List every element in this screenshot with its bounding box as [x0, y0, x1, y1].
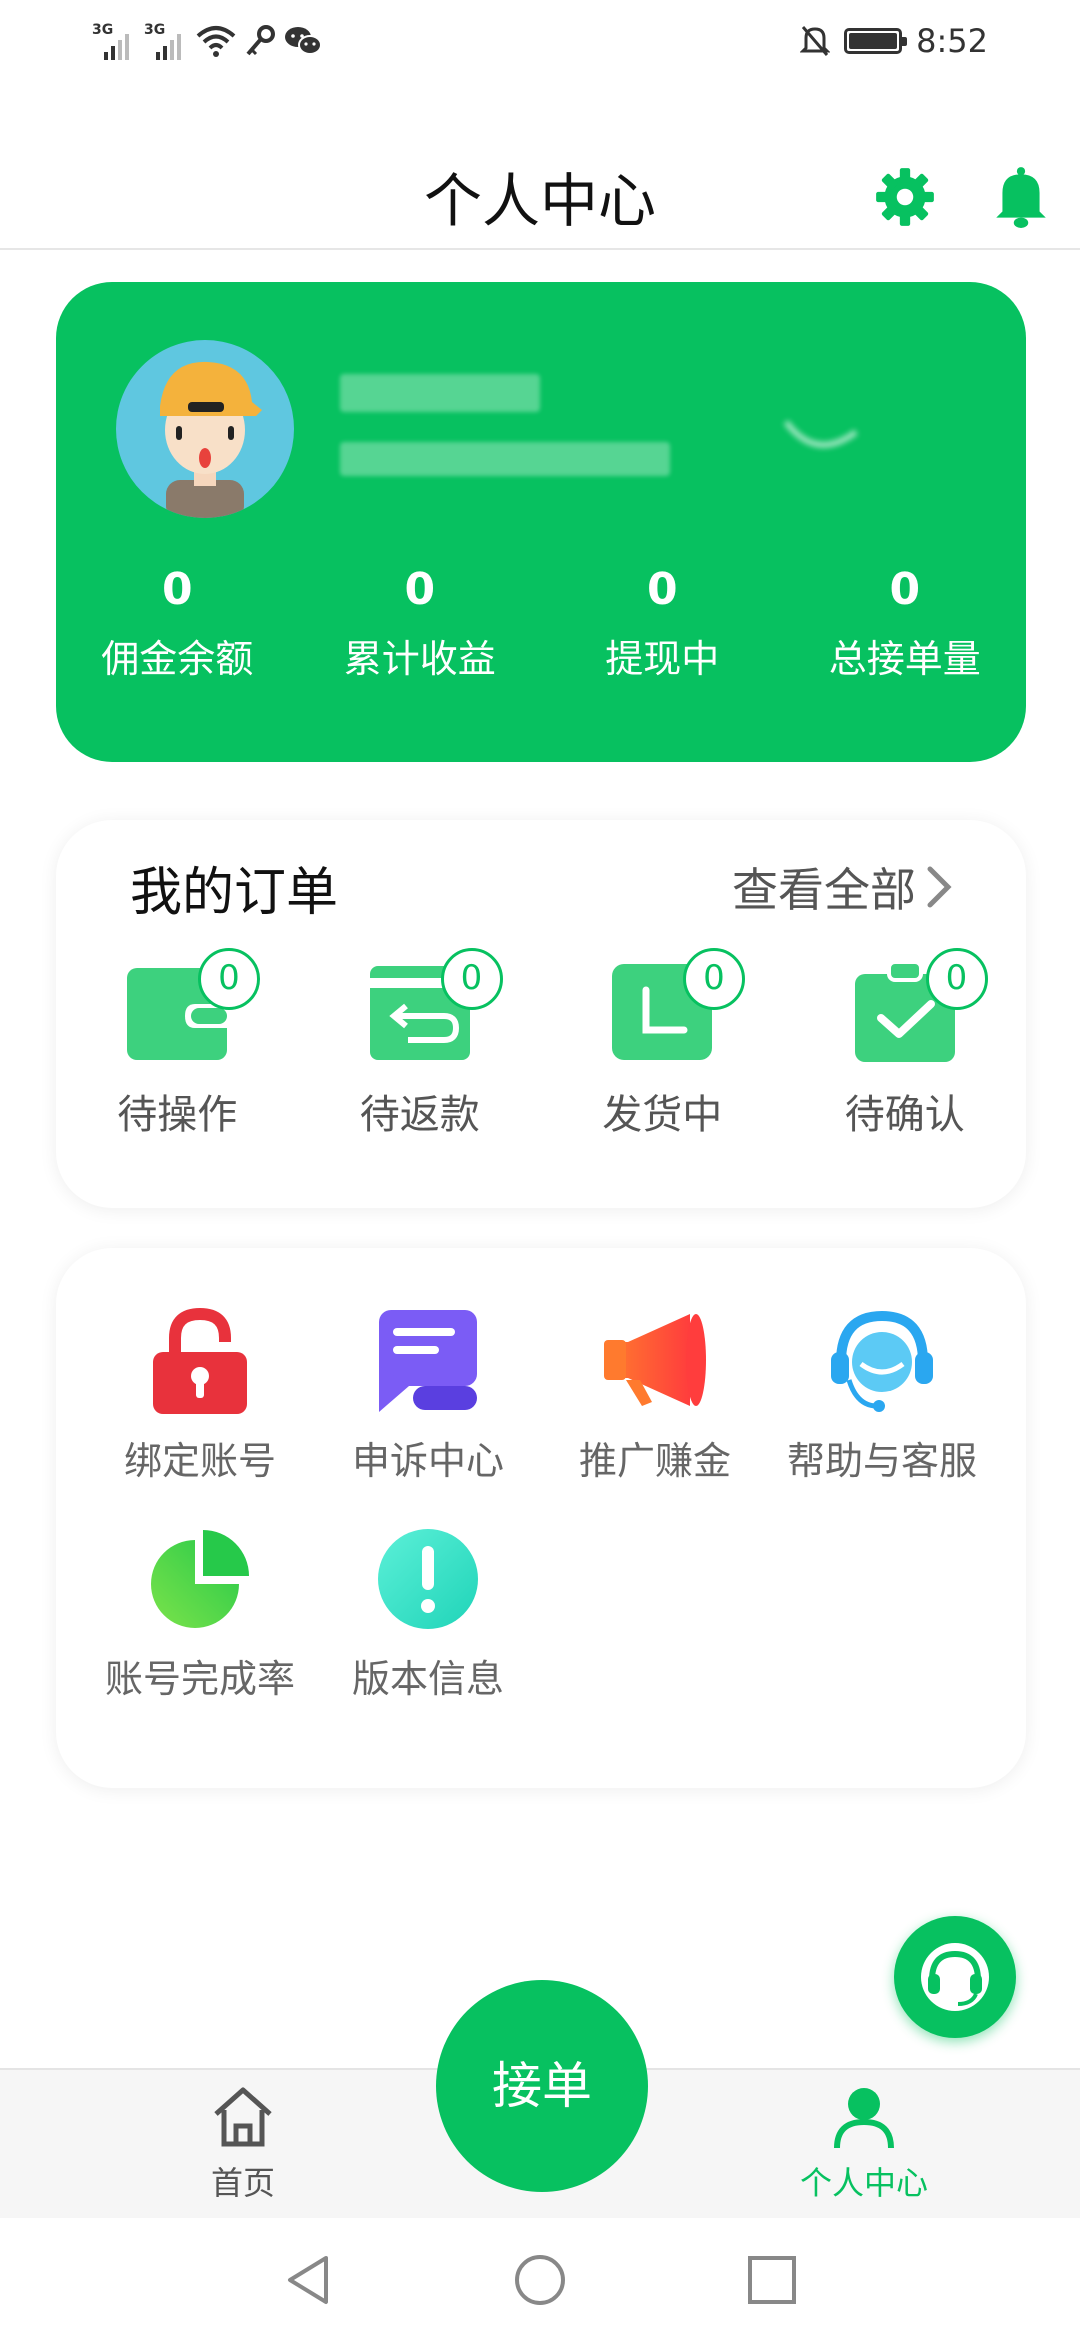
service-label: 账号完成率: [104, 1657, 295, 1701]
help-support-item[interactable]: 帮助与客服: [761, 1306, 1003, 1485]
nav-profile[interactable]: 个人中心: [764, 2084, 964, 2204]
nav-label: 个人中心: [799, 2164, 928, 2202]
user-icon: [834, 2088, 894, 2149]
order-pending-confirmation[interactable]: 0 待确认: [784, 948, 1027, 1140]
exclamation-icon: [378, 1529, 478, 1629]
system-navigation-bar: [0, 2218, 1080, 2340]
headset-icon: [921, 1943, 989, 2011]
services-card: 绑定账号 申诉中心 推广赚金 帮助与客服 账号完成率 版本信息: [56, 1248, 1026, 1788]
stat-value: 0: [161, 564, 193, 615]
order-count-badge: 0: [925, 948, 988, 1010]
orders-title: 我的订单: [130, 863, 339, 923]
take-order-button[interactable]: 接单: [436, 1980, 648, 2192]
avatar[interactable]: [116, 340, 294, 518]
profile-card: 0 佣金余额 0 累计收益 0 提现中 0 总接单量: [56, 282, 1026, 762]
cellular-signal-icon: 3G: [144, 22, 188, 60]
stat-label: 提现中: [605, 637, 720, 681]
service-label: 推广赚金: [578, 1439, 731, 1483]
stat-label: 总接单量: [828, 637, 981, 681]
order-shipping[interactable]: 0 发货中: [541, 948, 784, 1140]
stat-commission-balance[interactable]: 0 佣金余额: [56, 560, 299, 683]
stat-withdrawing[interactable]: 0 提现中: [541, 560, 784, 683]
stat-total-orders[interactable]: 0 总接单量: [784, 560, 1027, 683]
floating-support-button[interactable]: [894, 1916, 1016, 2038]
stat-label: 佣金余额: [101, 637, 254, 681]
service-label: 申诉中心: [351, 1439, 504, 1483]
view-all-label: 查看全部: [732, 863, 916, 917]
stat-total-earnings[interactable]: 0 累计收益: [299, 560, 542, 683]
stat-value: 0: [646, 564, 678, 615]
order-status-label: 发货中: [602, 1092, 723, 1138]
status-bar: 3G 3G 8:52: [0, 0, 1080, 90]
battery-icon: [844, 28, 908, 54]
bell-muted-icon: [800, 26, 831, 56]
headset-agent-icon: [831, 1310, 933, 1412]
order-pending-operation[interactable]: 0 待操作: [56, 948, 299, 1140]
home-icon: [214, 2087, 272, 2147]
status-time: 8:52: [916, 22, 988, 60]
unlock-icon: [153, 1307, 247, 1414]
settings-gear-icon[interactable]: [872, 164, 938, 230]
nav-label: 首页: [210, 2164, 275, 2202]
megaphone-icon: [604, 1314, 706, 1406]
header: 个人中心: [0, 120, 1080, 250]
status-left-icons: 3G 3G: [92, 22, 322, 60]
bind-account-item[interactable]: 绑定账号: [79, 1306, 321, 1485]
order-count-badge: 0: [440, 948, 503, 1010]
back-triangle-icon[interactable]: [280, 2252, 336, 2308]
stat-label: 累计收益: [343, 637, 496, 681]
order-count-badge: 0: [198, 948, 260, 1010]
user-id-redacted: [340, 442, 670, 476]
wifi-icon: [196, 26, 236, 57]
recents-square-icon[interactable]: [744, 2252, 800, 2308]
order-status-label: 待操作: [117, 1092, 238, 1138]
stat-value: 0: [404, 564, 436, 615]
service-label: 绑定账号: [123, 1439, 276, 1483]
notification-bell-icon[interactable]: [988, 164, 1054, 230]
appeal-message-icon: [379, 1310, 477, 1412]
appeal-center-item[interactable]: 申诉中心: [307, 1306, 549, 1485]
service-label: 帮助与客服: [786, 1439, 977, 1483]
order-status-label: 待返款: [359, 1092, 480, 1138]
order-status-label: 待确认: [844, 1092, 965, 1138]
stats-row: 0 佣金余额 0 累计收益 0 提现中 0 总接单量: [56, 560, 1026, 683]
redacted-mark: [783, 420, 858, 448]
username-redacted: [340, 374, 540, 412]
promote-earn-item[interactable]: 推广赚金: [534, 1306, 776, 1485]
order-pending-refund[interactable]: 0 待返款: [299, 948, 542, 1140]
view-all-orders-link[interactable]: 查看全部: [732, 854, 952, 920]
account-completion-item[interactable]: 账号完成率: [79, 1524, 321, 1703]
chevron-right-icon: [927, 866, 952, 908]
my-orders-card: 我的订单 查看全部 0 待操作 0 待返款 0 发货中 0 待确认: [56, 820, 1026, 1208]
home-circle-icon[interactable]: [512, 2252, 568, 2308]
status-right-icons: 8:52: [800, 22, 988, 60]
order-count-badge: 0: [683, 948, 745, 1010]
service-label: 版本信息: [351, 1657, 504, 1701]
wechat-icon: [285, 27, 322, 55]
nav-home[interactable]: 首页: [143, 2084, 343, 2204]
version-info-item[interactable]: 版本信息: [307, 1524, 549, 1703]
stat-value: 0: [889, 564, 921, 615]
key-icon: [246, 25, 275, 56]
order-status-row: 0 待操作 0 待返款 0 发货中 0 待确认: [56, 948, 1027, 1140]
cellular-signal-icon: 3G: [92, 22, 136, 60]
pie-chart-icon: [151, 1530, 249, 1628]
avatar-image: [160, 361, 262, 518]
